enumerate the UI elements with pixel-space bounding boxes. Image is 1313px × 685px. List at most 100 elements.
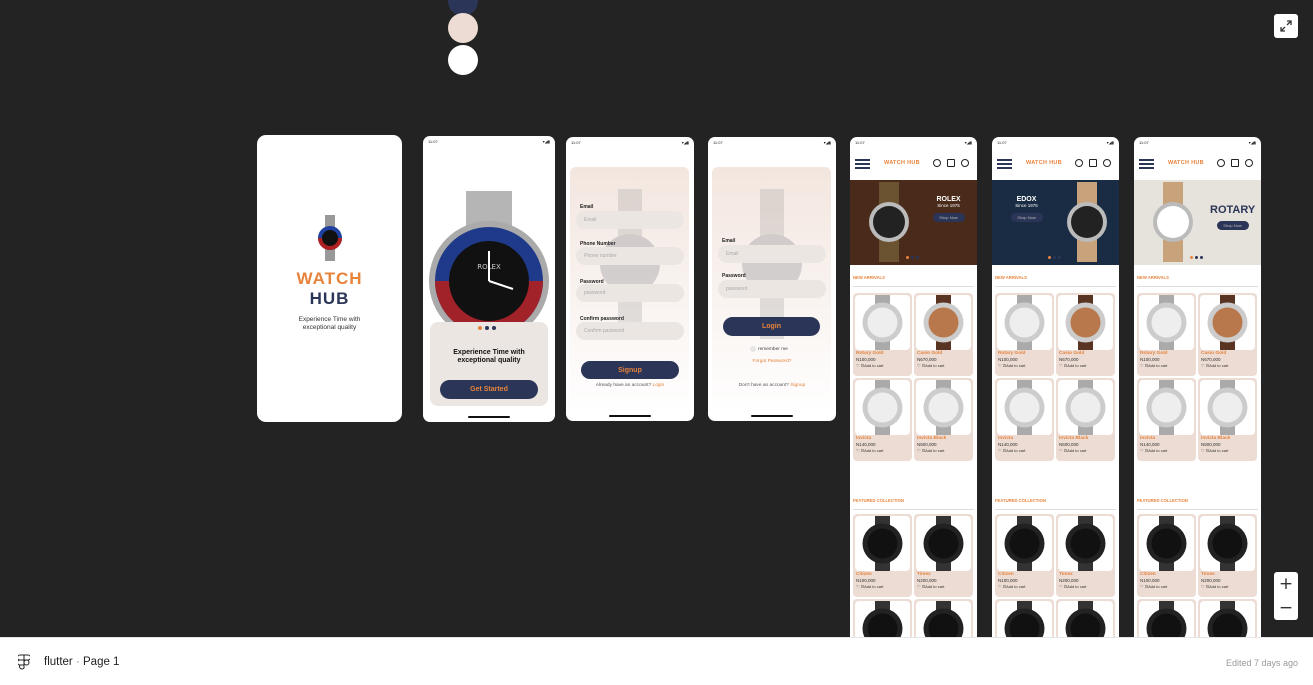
add-to-cart-button[interactable]: Add to cart: [1209, 363, 1228, 368]
add-to-cart-button[interactable]: Add to cart: [1209, 448, 1228, 453]
add-to-cart-button[interactable]: Add to cart: [864, 584, 883, 589]
product-card[interactable]: Casio Gold N670,000 ♡ ⊡Add to cart: [914, 293, 973, 376]
product-card[interactable]: Timex N200,000 ♡ ⊡Add to cart: [1198, 514, 1257, 597]
email-field[interactable]: Email: [576, 211, 684, 229]
frame-onboarding[interactable]: 11:07▾◢▮ ROLEX Experience Time with exce…: [423, 136, 555, 422]
heart-icon[interactable]: ♡: [1140, 363, 1144, 368]
menu-icon[interactable]: [997, 159, 1012, 169]
heart-icon[interactable]: ♡: [1201, 363, 1205, 368]
product-card[interactable]: Invicta Black N500,000 ♡ ⊡Add to cart: [914, 378, 973, 461]
profile-icon[interactable]: [1245, 159, 1253, 167]
heart-icon[interactable]: ♡: [1201, 584, 1205, 589]
signup-button[interactable]: Signup: [581, 361, 679, 379]
add-to-cart-button[interactable]: Add to cart: [1006, 448, 1025, 453]
product-card[interactable]: Citizen N100,000 ♡ ⊡Add to cart: [995, 599, 1054, 637]
heart-icon[interactable]: ♡: [917, 363, 921, 368]
fullscreen-button[interactable]: [1274, 14, 1298, 38]
add-to-cart-button[interactable]: Add to cart: [864, 448, 883, 453]
product-card[interactable]: Invicta N140,000 ♡ ⊡Add to cart: [853, 378, 912, 461]
product-card[interactable]: Rotary Gold N100,000 ♡ ⊡Add to cart: [995, 293, 1054, 376]
add-to-cart-button[interactable]: Add to cart: [1148, 363, 1167, 368]
add-to-cart-button[interactable]: Add to cart: [1067, 363, 1086, 368]
product-card[interactable]: Casio Gold N670,000 ♡ ⊡Add to cart: [1198, 293, 1257, 376]
color-swatch-white[interactable]: [448, 45, 478, 75]
product-card[interactable]: Invicta Black N500,000 ♡ ⊡Add to cart: [1056, 378, 1115, 461]
get-started-button[interactable]: Get Started: [440, 380, 538, 399]
add-to-cart-button[interactable]: Add to cart: [1209, 584, 1228, 589]
heart-icon[interactable]: ♡: [998, 584, 1002, 589]
product-card[interactable]: Invicta Black N500,000 ♡ ⊡Add to cart: [1198, 378, 1257, 461]
add-to-cart-button[interactable]: Add to cart: [1006, 363, 1025, 368]
confirm-password-field[interactable]: Confirm password: [576, 322, 684, 340]
product-card[interactable]: Citizen N100,000 ♡ ⊡Add to cart: [995, 514, 1054, 597]
shop-now-button[interactable]: Shop Now: [932, 213, 965, 222]
product-card[interactable]: Rotary Gold N100,000 ♡ ⊡Add to cart: [1137, 293, 1196, 376]
hero-banner[interactable]: EDOX Since 1975 Shop Now: [992, 180, 1119, 265]
heart-icon[interactable]: ♡: [1201, 448, 1205, 453]
shop-now-button[interactable]: Shop Now: [1010, 213, 1043, 222]
cart-icon[interactable]: [947, 159, 955, 167]
heart-icon[interactable]: ♡: [856, 584, 860, 589]
product-card[interactable]: Timex N200,000 ♡ ⊡Add to cart: [1056, 599, 1115, 637]
heart-icon[interactable]: ♡: [998, 448, 1002, 453]
add-to-cart-button[interactable]: Add to cart: [1148, 448, 1167, 453]
zoom-in-button[interactable]: +: [1274, 572, 1298, 596]
search-icon[interactable]: [933, 159, 941, 167]
color-swatch-beige[interactable]: [448, 13, 478, 43]
product-card[interactable]: Casio Gold N670,000 ♡ ⊡Add to cart: [1056, 293, 1115, 376]
remember-checkbox[interactable]: [750, 346, 756, 352]
search-icon[interactable]: [1217, 159, 1225, 167]
frame-home[interactable]: 11:07 ▾◢▮ WATCH HUB ROLEX Since 1975 Shop…: [850, 137, 977, 637]
product-card[interactable]: Timex N200,000 ♡ ⊡Add to cart: [1056, 514, 1115, 597]
design-canvas[interactable]: + − WATCH HUB Experience Time with excep…: [0, 0, 1313, 637]
signup-link[interactable]: Signup: [790, 383, 805, 388]
figma-logo-icon[interactable]: [18, 654, 30, 671]
hero-banner[interactable]: ROTARY Shop Now: [1134, 180, 1261, 265]
heart-icon[interactable]: ♡: [1140, 584, 1144, 589]
add-to-cart-button[interactable]: Add to cart: [1067, 448, 1086, 453]
add-to-cart-button[interactable]: Add to cart: [925, 584, 944, 589]
search-icon[interactable]: [1075, 159, 1083, 167]
cart-icon[interactable]: [1231, 159, 1239, 167]
email-field[interactable]: Email: [718, 245, 826, 263]
profile-icon[interactable]: [961, 159, 969, 167]
shop-now-button[interactable]: Shop Now: [1216, 221, 1249, 230]
heart-icon[interactable]: ♡: [917, 584, 921, 589]
menu-icon[interactable]: [1139, 159, 1154, 169]
add-to-cart-button[interactable]: Add to cart: [1148, 584, 1167, 589]
add-to-cart-button[interactable]: Add to cart: [864, 363, 883, 368]
add-to-cart-button[interactable]: Add to cart: [925, 363, 944, 368]
heart-icon[interactable]: ♡: [1140, 448, 1144, 453]
heart-icon[interactable]: ♡: [856, 448, 860, 453]
heart-icon[interactable]: ♡: [1059, 448, 1063, 453]
product-card[interactable]: Rotary Gold N100,000 ♡ ⊡Add to cart: [853, 293, 912, 376]
frame-login[interactable]: 11:07 ▾◢▮ Email Email Password password L…: [708, 137, 836, 421]
profile-icon[interactable]: [1103, 159, 1111, 167]
heart-icon[interactable]: ♡: [1059, 363, 1063, 368]
product-card[interactable]: Citizen N100,000 ♡ ⊡Add to cart: [1137, 599, 1196, 637]
heart-icon[interactable]: ♡: [917, 448, 921, 453]
product-card[interactable]: Timex N200,000 ♡ ⊡Add to cart: [1198, 599, 1257, 637]
login-button[interactable]: Login: [723, 317, 820, 336]
login-link[interactable]: Login: [653, 383, 665, 388]
zoom-out-button[interactable]: −: [1274, 596, 1298, 620]
heart-icon[interactable]: ♡: [1059, 584, 1063, 589]
add-to-cart-button[interactable]: Add to cart: [925, 448, 944, 453]
heart-icon[interactable]: ♡: [856, 363, 860, 368]
product-card[interactable]: Invicta N140,000 ♡ ⊡Add to cart: [995, 378, 1054, 461]
password-field[interactable]: password: [576, 284, 684, 302]
remember-me[interactable]: remember me: [750, 346, 788, 352]
product-card[interactable]: Timex N200,000 ♡ ⊡Add to cart: [914, 599, 973, 637]
file-breadcrumb[interactable]: flutter · Page 1: [44, 656, 119, 668]
product-card[interactable]: Invicta N140,000 ♡ ⊡Add to cart: [1137, 378, 1196, 461]
heart-icon[interactable]: ♡: [998, 363, 1002, 368]
frame-splash[interactable]: WATCH HUB Experience Time with exception…: [257, 135, 402, 422]
password-field[interactable]: password: [718, 280, 826, 298]
product-card[interactable]: Citizen N100,000 ♡ ⊡Add to cart: [1137, 514, 1196, 597]
cart-icon[interactable]: [1089, 159, 1097, 167]
add-to-cart-button[interactable]: Add to cart: [1006, 584, 1025, 589]
product-card[interactable]: Timex N200,000 ♡ ⊡Add to cart: [914, 514, 973, 597]
frame-home[interactable]: 11:07 ▾◢▮ WATCH HUB EDOX Since 1975 Shop …: [992, 137, 1119, 637]
frame-signup[interactable]: 11:07 ▾◢▮ Email Email Phone Number Phone …: [566, 137, 694, 421]
frame-home[interactable]: 11:07 ▾◢▮ WATCH HUB ROTARY Shop Now NEW A…: [1134, 137, 1261, 637]
